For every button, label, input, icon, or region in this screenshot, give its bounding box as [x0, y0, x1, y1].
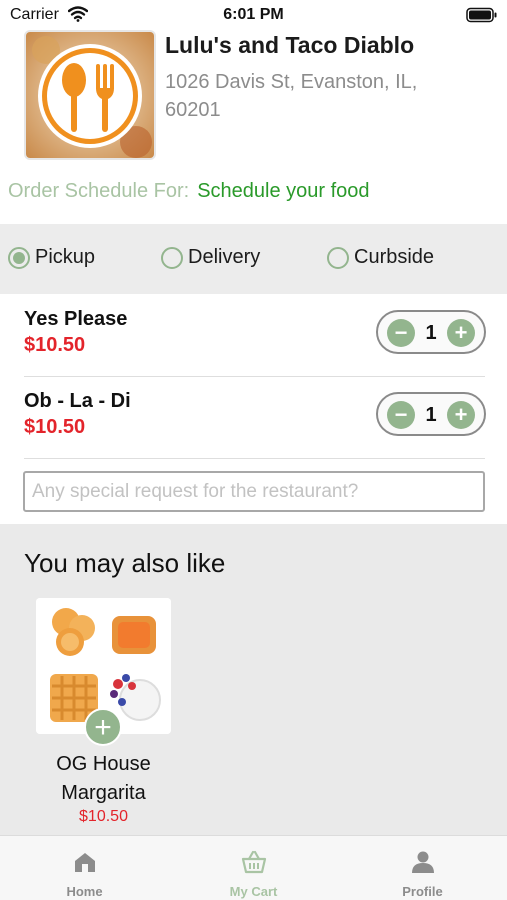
clock: 6:01 PM	[223, 6, 284, 23]
order-type-pickup[interactable]: Pickup	[8, 246, 95, 269]
tab-label: My Cart	[229, 884, 278, 899]
quantity-stepper: − 1 +	[376, 392, 486, 436]
add-to-cart-button[interactable]: +	[84, 708, 122, 746]
order-type-label: Curbside	[354, 246, 435, 268]
cart-item: Ob - La - Di $10.50 − 1 +	[24, 384, 486, 466]
suggestions-title: You may also like	[24, 548, 226, 578]
schedule-label: Order Schedule For:	[8, 180, 190, 202]
radio-selected-icon	[8, 246, 30, 269]
suggestion-card[interactable]: + OG House Margarita $10.50	[36, 598, 171, 825]
increase-quantity-button[interactable]: +	[447, 401, 475, 429]
schedule-food-link[interactable]: Schedule your food	[197, 180, 369, 202]
tab-label: Home	[66, 884, 103, 899]
restaurant-address: 1026 Davis St, Evanston, IL, 60201	[165, 71, 418, 121]
special-request-input[interactable]	[23, 471, 485, 512]
home-icon	[72, 850, 98, 879]
suggestion-price: $10.50	[79, 808, 128, 825]
restaurant-name: Lulu's and Taco Diablo	[165, 32, 415, 58]
radio-unselected-icon	[161, 246, 183, 269]
suggestion-name: OG House Margarita	[56, 753, 151, 804]
tab-label: Profile	[402, 884, 443, 899]
cart-item-name: Yes Please	[24, 308, 128, 330]
divider	[24, 376, 485, 377]
tab-home[interactable]: Home	[0, 836, 169, 900]
quantity-stepper: − 1 +	[376, 310, 486, 354]
cart-item-price: $10.50	[24, 416, 86, 438]
restaurant-header: Lulu's and Taco Diablo 1026 Davis St, Ev…	[0, 28, 507, 168]
radio-unselected-icon	[327, 246, 349, 269]
suggestions-section: You may also like + OG House Margarita $…	[0, 524, 507, 835]
fork-spoon-icon	[26, 32, 154, 158]
tab-my-cart[interactable]: My Cart	[169, 836, 338, 900]
tab-profile[interactable]: Profile	[338, 836, 507, 900]
status-bar: Carrier 6:01 PM	[0, 0, 507, 30]
order-type-curbside[interactable]: Curbside	[327, 246, 434, 269]
order-type-label: Pickup	[35, 246, 96, 268]
schedule-row: Order Schedule For: Schedule your food	[8, 180, 370, 203]
cart-item-price: $10.50	[24, 334, 86, 356]
cart-item: Yes Please $10.50 − 1 +	[24, 302, 486, 384]
basket-icon	[241, 850, 267, 879]
restaurant-logo	[24, 30, 156, 160]
increase-quantity-button[interactable]: +	[447, 319, 475, 347]
person-icon	[410, 850, 436, 879]
order-type-label: Delivery	[188, 246, 261, 268]
order-type-delivery[interactable]: Delivery	[161, 246, 260, 269]
battery-icon	[466, 7, 498, 28]
order-type-selector: Pickup Delivery Curbside	[0, 224, 507, 294]
divider	[24, 458, 485, 459]
tab-bar: Home My Cart Profile	[0, 835, 507, 900]
cart-item-name: Ob - La - Di	[24, 390, 131, 412]
